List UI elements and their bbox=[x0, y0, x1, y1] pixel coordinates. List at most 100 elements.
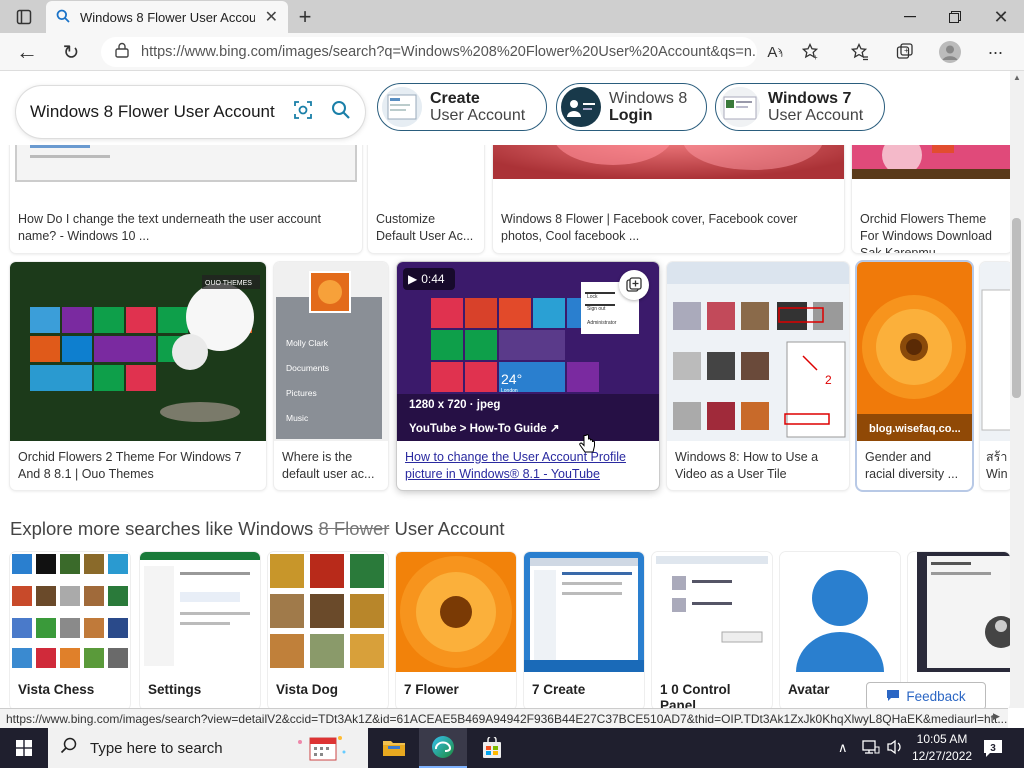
result-thumbnail: Molly Clark Documents Pictures Music bbox=[274, 262, 388, 441]
taskbar-search-box[interactable]: Type here to search bbox=[48, 728, 368, 768]
explore-label: 7 Create bbox=[532, 682, 586, 697]
explore-label: 7 Flower bbox=[404, 682, 459, 697]
bing-images-page: Windows 8 Flower User Account Create User… bbox=[0, 71, 1010, 708]
restore-icon[interactable] bbox=[940, 2, 970, 32]
image-result[interactable]: 2 Windows 8: How to Use a Video as a Use… bbox=[667, 262, 849, 490]
close-window-icon[interactable]: ✕ bbox=[986, 2, 1016, 32]
explore-card[interactable]: 7 Flower bbox=[396, 552, 516, 708]
windows-taskbar: Type here to search ∧ 10:05 AM 12/27/202… bbox=[0, 728, 1024, 768]
image-result[interactable]: สร้า Win bbox=[980, 262, 1010, 490]
video-source[interactable]: YouTube > How-To Guide ↗ bbox=[409, 421, 560, 435]
image-result[interactable]: Molly Clark Documents Pictures Music Whe… bbox=[274, 262, 388, 490]
tab-bar: Windows 8 Flower User Account ✕ + ✕ bbox=[0, 0, 1024, 33]
network-icon[interactable] bbox=[862, 739, 880, 760]
refresh-icon[interactable]: ↻ bbox=[56, 37, 86, 67]
new-tab-icon[interactable]: + bbox=[290, 2, 320, 32]
favorites-icon[interactable] bbox=[845, 37, 875, 67]
search-input[interactable]: Windows 8 Flower User Account bbox=[16, 86, 365, 138]
result-caption: Windows 8 Flower | Facebook cover, Faceb… bbox=[501, 212, 798, 243]
explore-label: Vista Chess bbox=[18, 682, 95, 697]
add-to-collection-icon[interactable] bbox=[619, 270, 649, 300]
explore-thumbnail bbox=[780, 552, 900, 672]
result-caption: Orchid Flowers 2 Theme For Windows 7 And… bbox=[18, 450, 242, 481]
blog-label: blog.wisefaq.co... bbox=[869, 423, 961, 435]
explore-thumbnail bbox=[652, 552, 772, 672]
start-button[interactable] bbox=[0, 728, 48, 768]
scrollbar-thumb[interactable] bbox=[1012, 218, 1021, 398]
weather-city: London bbox=[501, 388, 518, 394]
explore-more-heading: Explore more searches like Windows 8 Flo… bbox=[10, 518, 505, 540]
collections-icon[interactable]: + bbox=[890, 37, 920, 67]
pill-line1: Windows 8 bbox=[609, 90, 688, 107]
svg-text:+: + bbox=[813, 53, 818, 61]
search-query: Windows 8 Flower User Account bbox=[30, 102, 275, 121]
notification-count: 3 bbox=[990, 743, 996, 754]
step-number: 2 bbox=[825, 373, 832, 387]
related-search-create-user-account[interactable]: Create User Account bbox=[377, 83, 547, 131]
address-bar[interactable]: https://www.bing.com/images/search?q=Win… bbox=[101, 37, 757, 67]
pill-line1: Create bbox=[430, 90, 480, 107]
show-hidden-icons-chevron-icon[interactable]: ∧ bbox=[838, 740, 848, 756]
pill-line2: Login bbox=[609, 107, 653, 124]
feedback-button[interactable]: Feedback bbox=[866, 682, 986, 710]
result-caption: How Do I change the text underneath the … bbox=[18, 212, 321, 243]
explore-thumbnail bbox=[10, 552, 130, 672]
feedback-icon bbox=[886, 689, 900, 704]
pill-line1: Windows 7 bbox=[768, 90, 852, 107]
pill-thumbnail bbox=[382, 87, 422, 127]
result-caption: Customize Default User Ac... bbox=[376, 212, 474, 243]
file-explorer-taskbar-icon[interactable] bbox=[370, 728, 418, 768]
image-result[interactable]: blog.wisefaq.co... Gender and racial div… bbox=[857, 262, 972, 490]
search-header: Windows 8 Flower User Account Create User… bbox=[0, 71, 1010, 145]
image-result-video-hovered[interactable]: Lock Sign out Administrator 24° London ▶… bbox=[397, 262, 659, 490]
store-taskbar-icon[interactable] bbox=[468, 728, 516, 768]
visual-search-icon[interactable] bbox=[293, 100, 313, 125]
tab-actions-icon[interactable] bbox=[9, 2, 39, 32]
explore-card[interactable]: 7 Create bbox=[524, 552, 644, 708]
related-search-windows-8-login[interactable]: Windows 8 Login bbox=[556, 83, 707, 131]
explore-card[interactable]: Vista Chess bbox=[10, 552, 130, 708]
explore-label: Vista Dog bbox=[276, 682, 339, 697]
result-thumbnail: blog.wisefaq.co... bbox=[857, 262, 972, 441]
bing-search-icon bbox=[56, 9, 70, 26]
status-scroll-right-icon[interactable]: ▶ bbox=[993, 711, 1000, 722]
close-tab-icon[interactable]: ✕ bbox=[265, 7, 278, 27]
external-link-icon: ↗ bbox=[549, 423, 560, 435]
read-aloud-icon[interactable]: Aϡ bbox=[760, 37, 790, 67]
scroll-up-icon[interactable]: ▲ bbox=[1013, 73, 1021, 82]
explore-card[interactable]: Settings bbox=[140, 552, 260, 708]
explore-strike: 8 Flower bbox=[318, 518, 390, 539]
profile-avatar[interactable] bbox=[935, 37, 965, 67]
search-icon[interactable] bbox=[331, 100, 351, 125]
volume-icon[interactable] bbox=[886, 739, 904, 760]
notification-center-icon[interactable]: 3 bbox=[982, 737, 1004, 764]
tile-text: Molly Clark bbox=[286, 338, 329, 348]
explore-suffix: User Account bbox=[389, 518, 505, 539]
related-search-windows-7-user-account[interactable]: Windows 7 User Account bbox=[715, 83, 885, 131]
explore-card[interactable]: Vista Dog bbox=[268, 552, 388, 708]
edge-taskbar-icon[interactable] bbox=[419, 728, 467, 768]
result-thumbnail: 2 bbox=[667, 262, 849, 441]
browser-tab[interactable]: Windows 8 Flower User Account ✕ bbox=[46, 1, 288, 33]
add-favorite-icon[interactable]: + bbox=[796, 37, 826, 67]
explore-label: Avatar bbox=[788, 682, 830, 697]
menu-lock: Lock bbox=[587, 294, 598, 300]
back-icon[interactable]: ← bbox=[12, 37, 42, 67]
hand-cursor-icon bbox=[578, 434, 596, 461]
explore-thumbnail bbox=[268, 552, 388, 672]
menu-signout: Sign out bbox=[587, 306, 606, 312]
explore-prefix: Explore more searches like Windows bbox=[10, 518, 319, 539]
calendar-doodle-icon bbox=[292, 732, 348, 768]
result-caption: Orchid Flowers Theme For Windows Downloa… bbox=[860, 212, 992, 253]
more-menu-icon[interactable]: ··· bbox=[980, 37, 1010, 67]
pill-thumbnail bbox=[720, 87, 760, 127]
image-result[interactable]: OUO THEMES Orchid Flowers 2 Theme For Wi… bbox=[10, 262, 266, 490]
windows-logo-icon bbox=[16, 740, 32, 756]
clock-time: 10:05 AM bbox=[916, 732, 968, 746]
result-caption: Gender and racial diversity ... bbox=[865, 450, 959, 481]
explore-card[interactable]: 1 0 Control Panel bbox=[652, 552, 772, 708]
result-caption: Where is the default user ac... bbox=[282, 450, 375, 481]
result-caption-link[interactable]: How to change the User Account Profile p… bbox=[405, 449, 651, 483]
clock[interactable]: 10:05 AM 12/27/2022 bbox=[912, 731, 972, 765]
minimize-icon[interactable] bbox=[895, 2, 925, 32]
